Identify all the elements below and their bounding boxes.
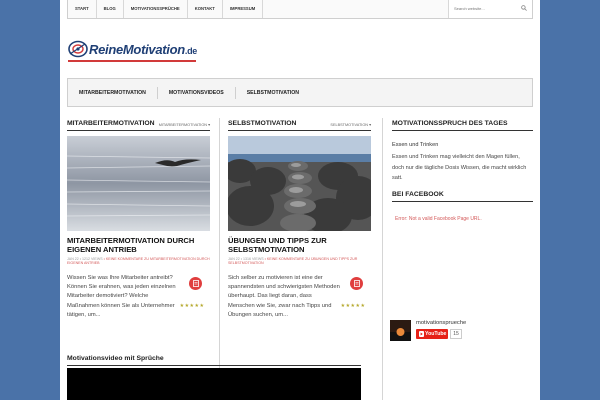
youtube-icon (418, 331, 424, 337)
section-dropdown[interactable]: Selbstmotivation ▾ (330, 122, 371, 127)
main-nav-item-motivationsvideos[interactable]: Motivationsvideos (158, 86, 236, 99)
subscriber-count: 15 (450, 329, 462, 339)
sidebar-divider (382, 118, 383, 400)
post-thumbnail-rocks[interactable] (228, 136, 371, 231)
top-nav: Start Blog Motivationssprüche Kontakt Im… (68, 0, 264, 18)
document-icon (192, 279, 199, 287)
logo-mark-icon (68, 40, 88, 58)
rating-stars: ★ ★ ★ ★ ★ (340, 302, 365, 309)
read-more-button[interactable] (350, 276, 363, 290)
top-nav-item-motivationssprueche[interactable]: Motivationssprüche (124, 0, 188, 18)
page: Start Blog Motivationssprüche Kontakt Im… (60, 0, 540, 400)
column-divider (219, 118, 220, 400)
quote-text: Essen und Trinken mag vielleicht den Mag… (392, 154, 527, 182)
section-header: Mitarbeitermotivation Mitarbeitermotivat… (67, 120, 210, 131)
logo-underline (68, 60, 196, 62)
rating-stars: ★ ★ ★ ★ ★ (179, 302, 204, 309)
logo-text: ReineMotivation.de (89, 41, 198, 57)
read-more-button[interactable] (189, 276, 202, 290)
search-input[interactable]: Search website... (448, 0, 532, 18)
facebook-error: Error: Not a valid Facebook Page URL. (395, 216, 482, 223)
top-bar: Start Blog Motivationssprüche Kontakt Im… (67, 0, 533, 19)
section-title: Selbstmotivation (228, 120, 297, 127)
video-section-title: Motivationsvideo mit Sprüche (67, 355, 164, 362)
sidebar: Motivationsspruch des Tages Essen und Tr… (392, 120, 533, 222)
video-player[interactable] (67, 368, 361, 400)
channel-avatar[interactable] (390, 320, 411, 341)
post-thumbnail-seagull[interactable] (67, 136, 210, 231)
search-placeholder: Search website... (454, 6, 485, 11)
section-header: Selbstmotivation Selbstmotivation ▾ (228, 120, 371, 131)
site-logo[interactable]: ReineMotivation.de (68, 38, 197, 60)
post-title[interactable]: Übungen und Tipps zur Selbstmotivation (228, 236, 371, 254)
document-icon (353, 279, 360, 287)
top-nav-item-start[interactable]: Start (68, 0, 97, 18)
post-title[interactable]: Mitarbeitermotivation durch eigenen Antr… (67, 236, 210, 254)
post-meta: Jan 22 • 1212 Views • Keine Kommentare z… (67, 257, 210, 266)
top-nav-item-blog[interactable]: Blog (97, 0, 124, 18)
sidebar-title-facebook: Bei Facebook (392, 191, 533, 203)
channel-name[interactable]: motivationsprueche (416, 320, 466, 326)
main-nav: Mitarbeitermotivation Motivationsvideos … (67, 78, 533, 107)
main-nav-item-mitarbeitermotivation[interactable]: Mitarbeitermotivation (68, 86, 158, 99)
post-excerpt: Wissen Sie was Ihre Mitarbeiter antreibt… (67, 274, 176, 318)
video-title-underline (67, 365, 361, 366)
section-dropdown[interactable]: Mitarbeitermotivation ▾ (159, 122, 210, 127)
search-icon[interactable] (521, 5, 527, 11)
sidebar-title-quote: Motivationsspruch des Tages (392, 120, 533, 131)
section-mitarbeitermotivation: Mitarbeitermotivation Mitarbeitermotivat… (67, 120, 210, 324)
quote-heading: Essen und Trinken (392, 142, 439, 148)
post-meta: Jan 22 • 1316 Views • Keine Kommentare z… (228, 257, 358, 266)
top-nav-item-kontakt[interactable]: Kontakt (188, 0, 223, 18)
section-title: Mitarbeitermotivation (67, 120, 155, 127)
post-excerpt: Sich selber zu motivieren ist eine der s… (228, 274, 340, 318)
top-nav-item-impressum[interactable]: Impressum (223, 0, 264, 18)
section-selbstmotivation: Selbstmotivation Selbstmotivation ▾ Übun (228, 120, 371, 324)
main-nav-item-selbstmotivation[interactable]: Selbstmotivation (236, 87, 310, 99)
youtube-widget: motivationsprueche YouTube 15 (390, 320, 533, 344)
youtube-subscribe-button[interactable]: YouTube (416, 329, 448, 339)
